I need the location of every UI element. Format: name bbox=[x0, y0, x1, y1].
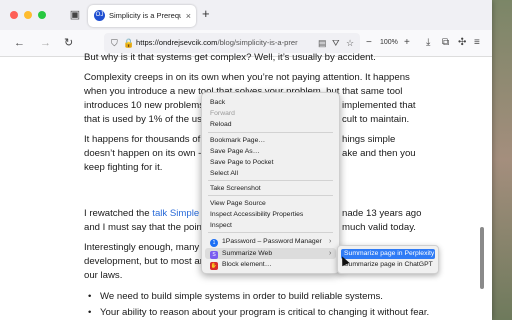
menu-separator bbox=[208, 195, 333, 196]
extensions-icon[interactable]: ⧉ bbox=[442, 36, 449, 50]
menu-item-save-to-pocket[interactable]: Save Page to Pocket bbox=[210, 158, 273, 167]
menu-item-1password[interactable]: 1 1Password – Password Manager bbox=[210, 237, 322, 247]
menu-icon[interactable]: ≡ bbox=[474, 36, 480, 50]
menu-item-1password-label: 1Password – Password Manager bbox=[222, 238, 322, 245]
downloads-icon[interactable]: ⤓ bbox=[426, 36, 430, 50]
list-item: Your ability to reason about your progra… bbox=[88, 306, 480, 320]
new-tab-button[interactable]: + bbox=[202, 7, 210, 21]
shield-icon[interactable]: ⛉ bbox=[111, 37, 118, 49]
url-path: /blog/simplicity-is-a-prerequisi bbox=[217, 38, 298, 47]
active-tab[interactable]: OJ Simplicity is a Prerequisite for R × bbox=[88, 5, 196, 27]
paragraph-complexity-right1: implemented that bbox=[342, 100, 416, 111]
paragraph-complexity-line1: Complexity creeps in on its own when you… bbox=[84, 72, 410, 83]
menu-item-summarize-web[interactable]: S Summarize Web bbox=[210, 249, 272, 259]
url-text[interactable]: https://ondrejsevcik.com/blog/simplicity… bbox=[136, 37, 298, 49]
submenu-arrow-icon: › bbox=[329, 250, 332, 257]
submenu-item-perplexity[interactable]: Summarize page in Perplexity bbox=[341, 249, 435, 259]
menu-item-take-screenshot[interactable]: Take Screenshot bbox=[210, 184, 261, 193]
menu-separator bbox=[208, 132, 333, 133]
paragraph-intro: But why is it that systems get complex? … bbox=[84, 52, 376, 63]
summarize-web-icon: S bbox=[210, 251, 218, 259]
reader-view-icon[interactable]: ▤ bbox=[318, 37, 327, 49]
title-bar: ▣ OJ Simplicity is a Prerequisite for R … bbox=[0, 0, 492, 30]
1password-icon: 1 bbox=[210, 239, 218, 247]
back-icon[interactable]: ← bbox=[14, 36, 25, 50]
menu-item-block-element[interactable]: ✋ Block element… bbox=[210, 260, 272, 270]
menu-item-back[interactable]: Back bbox=[210, 98, 225, 107]
menu-item-view-page-source[interactable]: View Page Source bbox=[210, 199, 266, 208]
context-menu: Back Forward Reload Bookmark Page… Save … bbox=[201, 92, 340, 274]
paragraph-reasons-right1: hings simple bbox=[342, 134, 396, 145]
menu-item-inspect-accessibility[interactable]: Inspect Accessibility Properties bbox=[210, 210, 303, 219]
desktop-wallpaper-right bbox=[490, 0, 512, 320]
paragraph-talk-right1: nade 13 years ago bbox=[342, 208, 422, 219]
maximize-window-button[interactable] bbox=[38, 11, 46, 19]
paragraph-complexity-right2: cult to maintain. bbox=[342, 114, 410, 125]
bookmark-star-icon[interactable]: ☆ bbox=[346, 37, 354, 49]
tab-overview-icon[interactable]: ▣ bbox=[68, 8, 82, 22]
zoom-level[interactable]: 100% bbox=[380, 38, 398, 48]
menu-item-summarize-web-label: Summarize Web bbox=[222, 250, 273, 257]
menu-item-inspect[interactable]: Inspect bbox=[210, 221, 232, 230]
adblock-icon: ✋ bbox=[210, 262, 218, 270]
menu-item-block-element-label: Block element… bbox=[222, 261, 272, 268]
lock-icon[interactable]: 🔒 bbox=[123, 37, 134, 49]
site-favicon-icon: OJ bbox=[94, 10, 105, 21]
menu-item-select-all[interactable]: Select All bbox=[210, 169, 238, 178]
zoom-out-icon[interactable]: − bbox=[366, 36, 372, 50]
paragraph-reasons-right2: ake and then you bbox=[342, 148, 416, 159]
minimize-window-button[interactable] bbox=[24, 11, 32, 19]
menu-item-reload[interactable]: Reload bbox=[210, 120, 232, 129]
menu-separator bbox=[208, 232, 333, 233]
menu-separator bbox=[208, 180, 333, 181]
extensions-puzzle-icon[interactable]: ✣ bbox=[458, 36, 466, 50]
paragraph-reasons-line2-text: doesn’t happen on its own - bbox=[84, 148, 202, 159]
url-domain: https://ondrejsevcik.com bbox=[136, 38, 218, 47]
reload-icon[interactable]: ↻ bbox=[64, 36, 73, 50]
submenu-arrow-icon: › bbox=[329, 238, 332, 245]
close-window-button[interactable] bbox=[10, 11, 18, 19]
browser-window: ▣ OJ Simplicity is a Prerequisite for R … bbox=[0, 0, 492, 320]
menu-item-bookmark-page[interactable]: Bookmark Page… bbox=[210, 136, 265, 145]
pocket-icon[interactable]: ⛛ bbox=[332, 37, 340, 49]
close-tab-icon[interactable]: × bbox=[186, 10, 191, 22]
menu-item-save-page-as[interactable]: Save Page As… bbox=[210, 147, 260, 156]
paragraph-talk-text: I rewatched the bbox=[84, 208, 150, 219]
address-bar[interactable]: ⛉ 🔒 https://ondrejsevcik.com/blog/simpli… bbox=[104, 33, 360, 53]
tab-title: Simplicity is a Prerequisite for R bbox=[109, 11, 181, 20]
zoom-in-icon[interactable]: + bbox=[404, 36, 410, 50]
forward-icon[interactable]: → bbox=[40, 36, 51, 50]
paragraph-talk-right2: much valid today. bbox=[342, 222, 416, 233]
vertical-scrollbar[interactable] bbox=[480, 227, 484, 289]
submenu-item-chatgpt[interactable]: Summarize page in ChatGPT bbox=[341, 260, 435, 270]
menu-item-forward[interactable]: Forward bbox=[210, 109, 235, 118]
summarize-submenu: Summarize page in Perplexity Summarize p… bbox=[337, 245, 439, 274]
list-item: We need to build simple systems in order… bbox=[88, 290, 460, 305]
